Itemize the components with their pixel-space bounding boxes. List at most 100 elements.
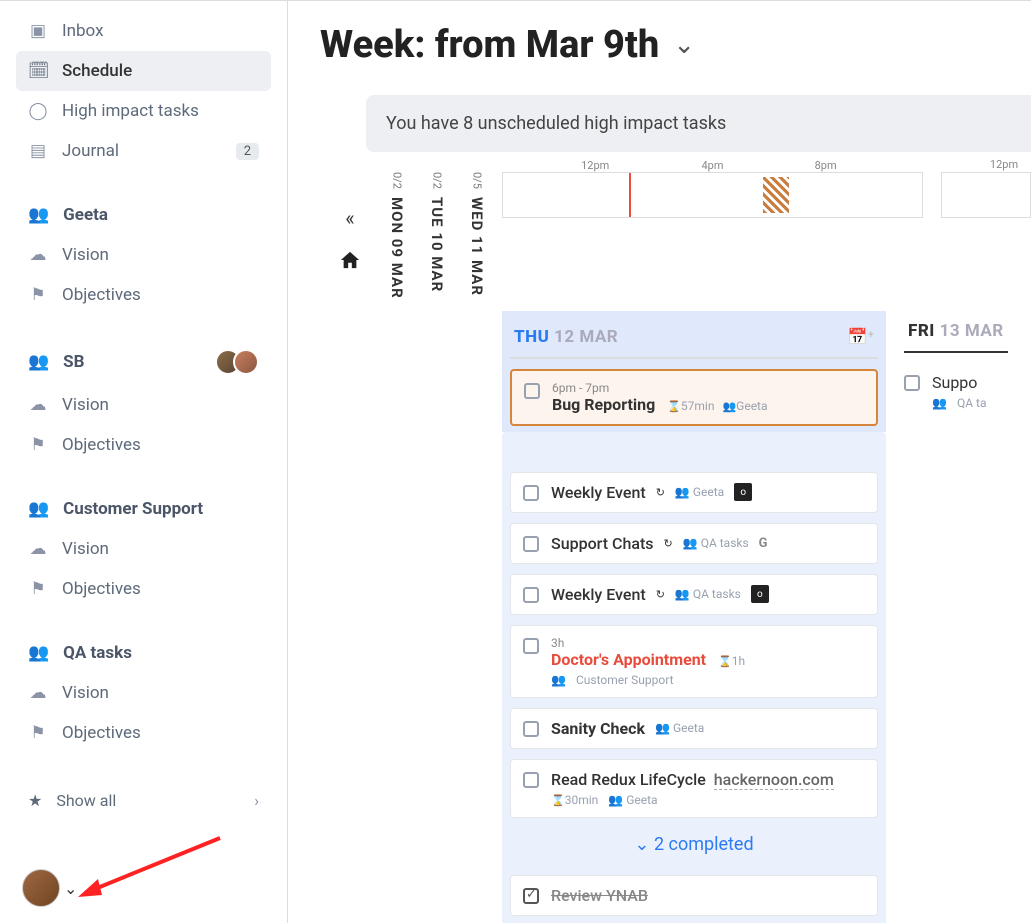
group-name: Geeta (63, 205, 108, 225)
task-row[interactable]: Weekly Event ↻ 👥 Geeta o (510, 472, 878, 513)
group-objectives[interactable]: ⚑Objectives (16, 569, 271, 609)
task-sanity[interactable]: Sanity Check 👥 Geeta (510, 708, 878, 749)
nav-label: Inbox (62, 21, 104, 41)
hourglass-icon: ⌛ (551, 794, 565, 807)
cloud-icon: ☁ (28, 683, 48, 703)
unscheduled-banner[interactable]: You have 8 unscheduled high impact tasks (366, 95, 1031, 152)
task-bug-reporting[interactable]: 6pm - 7pm Bug Reporting ⌛57min 👥Geeta (510, 369, 878, 426)
users-icon: 👥 (28, 205, 49, 225)
task-row[interactable]: Support Chats ↻ 👥 QA tasks G (510, 523, 878, 564)
cloud-icon: ☁ (28, 395, 48, 415)
task-checkbox[interactable] (523, 638, 539, 654)
calendar-icon: 🗓 (28, 61, 48, 81)
home-button[interactable] (339, 250, 361, 275)
cloud-icon: ☁ (28, 245, 48, 265)
days-area: THU 12 MAR 📅⁺ 6pm - 7pm Bug Reporting ⌛5… (320, 311, 1031, 923)
collapsed-day-tue[interactable]: 0/2 TUE 10 MAR (420, 172, 454, 299)
users-icon: 👥 (28, 643, 49, 663)
nav-high-impact[interactable]: ◯ High impact tasks (16, 91, 271, 131)
nav-label: Schedule (62, 61, 132, 81)
timeline-event-block[interactable] (763, 177, 789, 213)
group-head-sb[interactable]: 👥 SB (16, 339, 271, 385)
group-name: SB (63, 352, 84, 372)
chevron-down-icon: ⌄ (64, 879, 77, 898)
outlook-icon: o (751, 585, 769, 603)
users-icon: 👥 (683, 536, 698, 550)
users-icon: 👥 (551, 673, 566, 687)
task-checkbox[interactable] (524, 383, 540, 399)
users-icon: 👥 (28, 499, 49, 519)
cloud-icon: ☁ (28, 539, 48, 559)
prev-button[interactable]: « (345, 206, 354, 230)
add-event-icon[interactable]: 📅⁺ (848, 327, 874, 346)
timeline-strip-fri[interactable]: 12pm (941, 172, 1031, 299)
task-checkbox[interactable] (904, 375, 920, 391)
avatar (22, 869, 60, 907)
task-checkbox[interactable] (523, 721, 539, 737)
task-checkbox[interactable] (523, 587, 539, 603)
chevron-right-icon: › (254, 791, 259, 810)
source-link[interactable]: hackernoon.com (714, 770, 834, 790)
flag-icon: ⚑ (28, 435, 48, 455)
tray-icon: ▣ (28, 21, 48, 41)
group-head-customer-support[interactable]: 👥 Customer Support (16, 489, 271, 529)
completed-toggle[interactable]: ⌄ 2 completed (510, 818, 878, 865)
flag-icon: ⚑ (28, 579, 48, 599)
nav-schedule[interactable]: 🗓 Schedule (16, 51, 271, 91)
users-icon: 👥 (655, 721, 670, 735)
week-picker-chevron[interactable]: ⌄ (673, 30, 695, 60)
group-objectives[interactable]: ⚑Objectives (16, 275, 271, 315)
group-vision[interactable]: ☁Vision (16, 529, 271, 569)
google-icon: G (759, 536, 768, 551)
annotation-arrow (70, 833, 230, 913)
day-header-fri: FRI 13 MAR (904, 311, 1008, 353)
group-head-qa-tasks[interactable]: 👥 QA tasks (16, 633, 271, 673)
timeline-nav: « (320, 172, 380, 299)
sync-icon: ↻ (664, 537, 673, 550)
nav-label: Journal (62, 141, 119, 161)
page-title-row: Week: from Mar 9th ⌄ (320, 23, 1031, 67)
profile-menu[interactable]: ⌄ (22, 869, 77, 907)
show-all-button[interactable]: ★ Show all › (16, 781, 271, 820)
collapsed-day-mon[interactable]: 0/2 MON 09 MAR (380, 172, 414, 299)
nav-journal[interactable]: ▤ Journal 2 (16, 131, 271, 171)
task-redux[interactable]: Read Redux LifeCycle hackernoon.com ⌛30m… (510, 759, 878, 818)
task-row[interactable]: Weekly Event ↻ 👥 QA tasks o (510, 574, 878, 615)
nav-inbox[interactable]: ▣ Inbox (16, 11, 271, 51)
task-row[interactable]: Suppo 👥QA ta (904, 363, 1008, 420)
star-icon: ★ (28, 791, 42, 810)
hourglass-icon: ⌛ (667, 400, 681, 413)
users-icon: 👥 (932, 396, 947, 410)
outlook-icon: o (734, 483, 752, 501)
users-icon: 👥 (675, 587, 690, 601)
main: Week: from Mar 9th ⌄ You have 8 unschedu… (288, 1, 1031, 923)
book-icon: ▤ (28, 141, 48, 161)
collapsed-day-wed[interactable]: 0/5 WED 11 MAR (460, 172, 494, 299)
group-name: QA tasks (63, 643, 132, 663)
journal-badge: 2 (236, 143, 259, 160)
group-vision[interactable]: ☁Vision (16, 235, 271, 275)
group-vision[interactable]: ☁Vision (16, 385, 271, 425)
hourglass-icon: ⌛ (718, 655, 732, 668)
group-objectives[interactable]: ⚑Objectives (16, 713, 271, 753)
page-title: Week: from Mar 9th (320, 23, 659, 67)
nav-label: High impact tasks (62, 101, 199, 121)
sidebar: ▣ Inbox 🗓 Schedule ◯ High impact tasks ▤… (0, 1, 288, 923)
task-doctor[interactable]: 3h Doctor's Appointment ⌛1h 👥Customer Su… (510, 625, 878, 698)
flag-icon: ⚑ (28, 285, 48, 305)
task-checkbox[interactable] (523, 536, 539, 552)
task-completed[interactable]: Review YNAB (510, 875, 878, 916)
timeline-strip-thu[interactable]: 12pm 4pm 8pm (502, 172, 923, 218)
group-objectives[interactable]: ⚑Objectives (16, 425, 271, 465)
task-checkbox[interactable] (523, 485, 539, 501)
sync-icon: ↻ (656, 486, 665, 499)
group-name: Customer Support (63, 499, 203, 519)
group-vision[interactable]: ☁Vision (16, 673, 271, 713)
group-head-geeta[interactable]: 👥 Geeta (16, 195, 271, 235)
users-icon: 👥 (675, 485, 690, 499)
day-header-thu: THU 12 MAR 📅⁺ (510, 317, 878, 359)
task-checkbox[interactable] (523, 888, 539, 904)
users-icon: 👥 (722, 400, 736, 413)
avatar (233, 349, 259, 375)
task-checkbox[interactable] (523, 772, 539, 788)
